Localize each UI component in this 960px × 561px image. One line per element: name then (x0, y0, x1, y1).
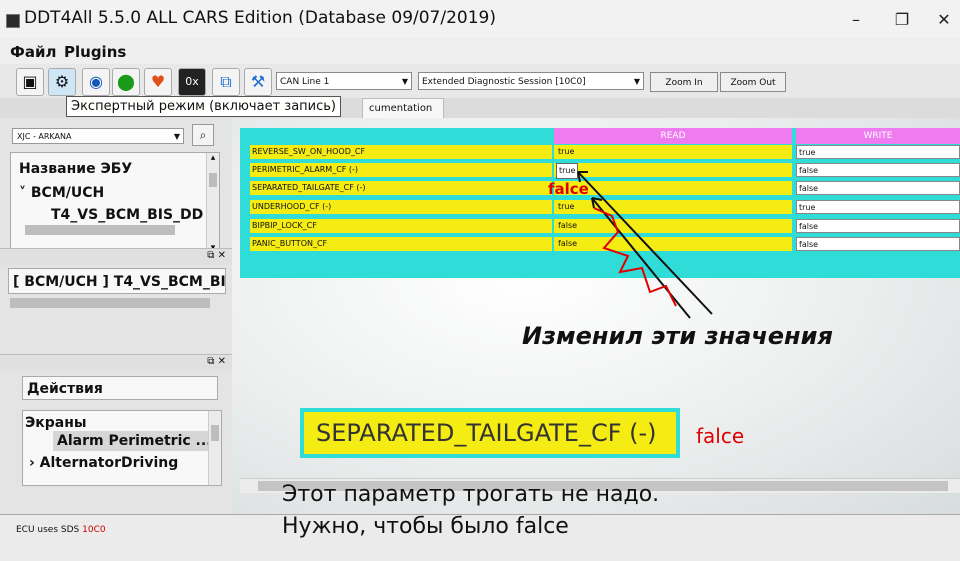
note-line-2: Нужно, чтобы было falce (282, 514, 569, 539)
status-text: ECU uses SDS 10C0 (16, 525, 106, 535)
annotation-changed: Изменил эти значения (522, 322, 833, 350)
red-squiggle (593, 207, 677, 307)
status-prefix: ECU uses SDS (16, 525, 80, 535)
zoomed-param-label: SEPARATED_TAILGATE_CF (-) (300, 408, 680, 458)
annotation-arrows (577, 171, 713, 319)
arrow-line-1 (577, 171, 713, 315)
note-line-1: Этот параметр трогать не надо. (282, 482, 660, 507)
arrow-line-2 (591, 197, 691, 319)
tooltip: Экспертный режим (включает запись) (66, 96, 341, 117)
status-code: 10C0 (82, 525, 106, 535)
zoomed-false-value: falce (696, 424, 745, 448)
